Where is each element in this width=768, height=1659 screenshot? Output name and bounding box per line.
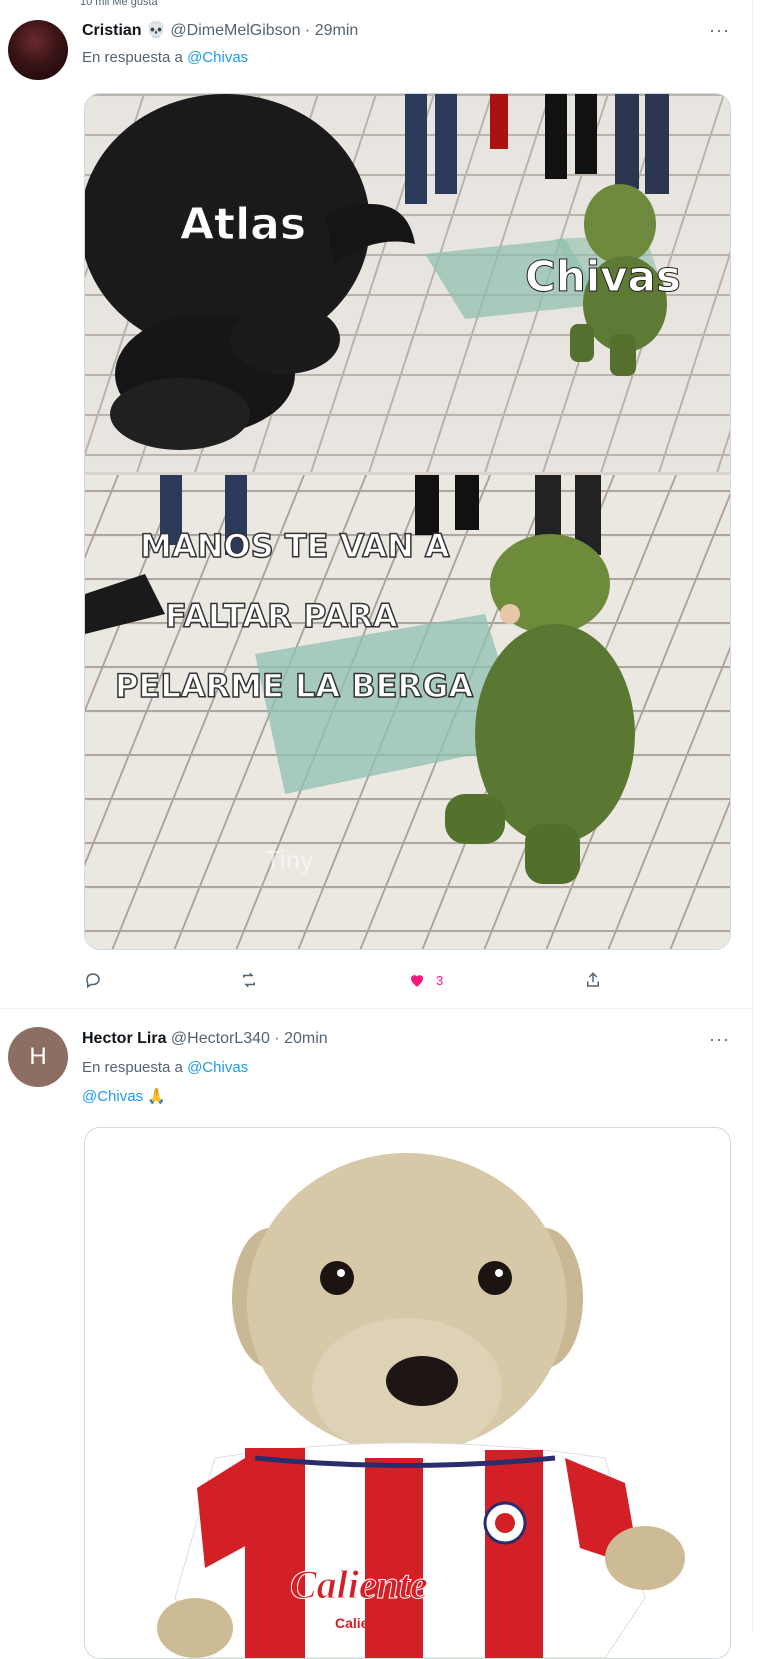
reply-button[interactable] bbox=[84, 971, 102, 989]
retweet-button[interactable] bbox=[240, 971, 258, 989]
avatar[interactable] bbox=[8, 20, 68, 80]
display-name[interactable]: Cristian bbox=[82, 22, 142, 39]
body-mention-link[interactable]: @Chivas bbox=[82, 1088, 143, 1105]
tweet-hector[interactable]: H Hector Lira @HectorL340 · 20min ··· En… bbox=[0, 1009, 752, 1659]
more-options-icon[interactable]: ··· bbox=[709, 20, 730, 41]
reply-mention-link[interactable]: @Chivas bbox=[187, 49, 248, 66]
share-button[interactable] bbox=[584, 971, 602, 989]
share-icon bbox=[587, 972, 599, 987]
reply-prefix: En respuesta a bbox=[82, 1059, 183, 1076]
tweet-header: Cristian 💀 @DimeMelGibson · 29min bbox=[82, 20, 358, 40]
reply-prefix: En respuesta a bbox=[82, 49, 183, 66]
caption-line-2: FALTAR PARA bbox=[165, 597, 398, 635]
reply-context: En respuesta a @Chivas bbox=[82, 49, 248, 66]
meme-image[interactable]: Atlas Chivas MANOS TE VAN A FALTAR PARA … bbox=[84, 93, 731, 950]
display-name[interactable]: Hector Lira bbox=[82, 1030, 166, 1047]
meme-illustration: Atlas Chivas MANOS TE VAN A FALTAR PARA … bbox=[85, 94, 730, 949]
more-options-icon[interactable]: ··· bbox=[709, 1029, 730, 1050]
heart-icon bbox=[411, 975, 423, 987]
reply-context: En respuesta a @Chivas bbox=[82, 1059, 248, 1076]
user-handle[interactable]: @HectorL340 bbox=[171, 1030, 270, 1047]
like-button[interactable]: 3 bbox=[408, 971, 443, 989]
tweet-text: @Chivas 🙏 bbox=[82, 1087, 166, 1105]
reply-icon bbox=[86, 973, 100, 989]
separator-dot: · bbox=[304, 22, 311, 39]
tweet-time[interactable]: 20min bbox=[284, 1030, 328, 1047]
timeline-column: 10 mil Me gusta Cristian 💀 @DimeMelGibso… bbox=[0, 0, 753, 1659]
watermark: Tiny bbox=[265, 845, 313, 875]
separator-dot: · bbox=[274, 1030, 280, 1047]
jersey-sponsor-url: Caliente.mx bbox=[335, 1615, 414, 1631]
like-count: 3 bbox=[436, 972, 444, 988]
puppy-illustration: Caliente Caliente.mx bbox=[85, 1128, 730, 1658]
retweet-icon bbox=[243, 972, 255, 988]
puppy-image[interactable]: Caliente Caliente.mx bbox=[84, 1127, 731, 1659]
tweet-actions: 3 bbox=[84, 971, 644, 993]
pray-emoji: 🙏 bbox=[147, 1088, 166, 1105]
skull-emoji: 💀 bbox=[146, 22, 166, 39]
caption-line-1: MANOS TE VAN A bbox=[140, 527, 450, 565]
avatar[interactable]: H bbox=[8, 1027, 68, 1087]
tweet-cristian[interactable]: Cristian 💀 @DimeMelGibson · 29min ··· En… bbox=[0, 0, 752, 1008]
caption-chivas: Chivas bbox=[525, 252, 681, 301]
caption-line-3: PELARME LA BERGA bbox=[115, 667, 473, 705]
user-handle[interactable]: @DimeMelGibson bbox=[170, 22, 300, 39]
caption-atlas: Atlas bbox=[180, 199, 306, 250]
tweet-header: Hector Lira @HectorL340 · 20min bbox=[82, 1030, 328, 1048]
jersey-sponsor: Caliente bbox=[290, 1562, 428, 1607]
tweet-time[interactable]: 29min bbox=[315, 22, 359, 39]
reply-mention-link[interactable]: @Chivas bbox=[187, 1059, 248, 1076]
